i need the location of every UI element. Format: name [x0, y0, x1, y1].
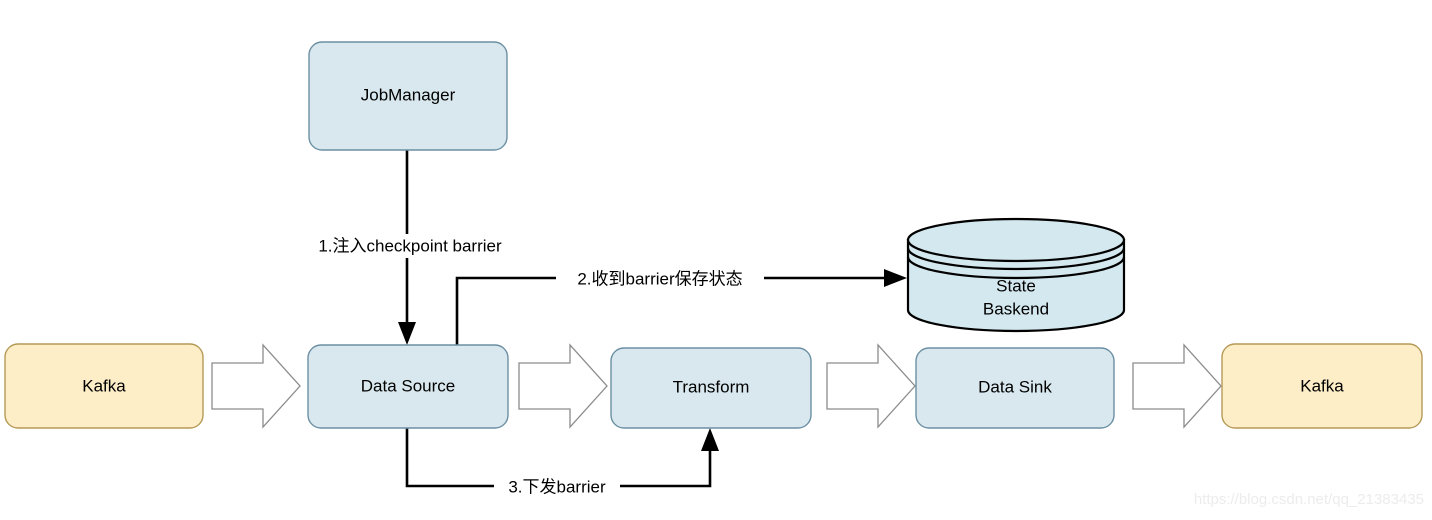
node-kafka-source[interactable]: Kafka: [4, 343, 204, 429]
node-label-state-backend-line2: Baskend: [983, 299, 1049, 318]
arrowhead-right-state-backend: [884, 269, 907, 287]
node-label-data-sink: Data Sink: [978, 377, 1052, 396]
diagram-svg: 1.注入checkpoint barrier 2.收到barrier保存状态 3…: [4, 41, 1424, 508]
edge-label-emit-barrier: 3.下发barrier: [508, 477, 606, 496]
node-label-data-source: Data Source: [361, 376, 456, 395]
edge-label-save-state: 2.收到barrier保存状态: [577, 269, 742, 288]
node-label-state-backend-line1: State: [996, 276, 1036, 295]
flow-arrow-kafka-to-data-source: [211, 343, 301, 429]
node-job-manager[interactable]: JobManager: [308, 41, 508, 151]
node-state-backend[interactable]: State Baskend: [906, 217, 1126, 333]
node-transform[interactable]: Transform: [610, 347, 812, 429]
node-label-kafka-source: Kafka: [82, 376, 126, 395]
node-kafka-sink[interactable]: Kafka: [1221, 343, 1423, 429]
edge-label-inject-barrier: 1.注入checkpoint barrier: [318, 236, 502, 255]
node-label-job-manager: JobManager: [361, 85, 456, 104]
node-label-transform: Transform: [673, 377, 750, 396]
flow-arrow-data-source-to-transform: [518, 343, 608, 429]
edge-emit-barrier: 3.下发barrier: [405, 428, 719, 498]
node-label-kafka-sink: Kafka: [1300, 376, 1344, 395]
arrowhead-up-transform: [701, 428, 719, 451]
node-data-source[interactable]: Data Source: [307, 344, 509, 429]
edge-save-state: 2.收到barrier保存状态: [455, 268, 907, 345]
flow-arrow-transform-to-data-sink: [826, 343, 916, 429]
watermark: https://blog.csdn.net/qq_21383435: [1194, 491, 1424, 508]
edge-inject-barrier: 1.注入checkpoint barrier: [293, 150, 528, 345]
diagram-canvas: 1.注入checkpoint barrier 2.收到barrier保存状态 3…: [0, 0, 1432, 520]
flow-arrow-data-sink-to-kafka: [1132, 343, 1222, 429]
node-data-sink[interactable]: Data Sink: [915, 347, 1115, 429]
arrowhead-down-data-source: [398, 322, 416, 345]
